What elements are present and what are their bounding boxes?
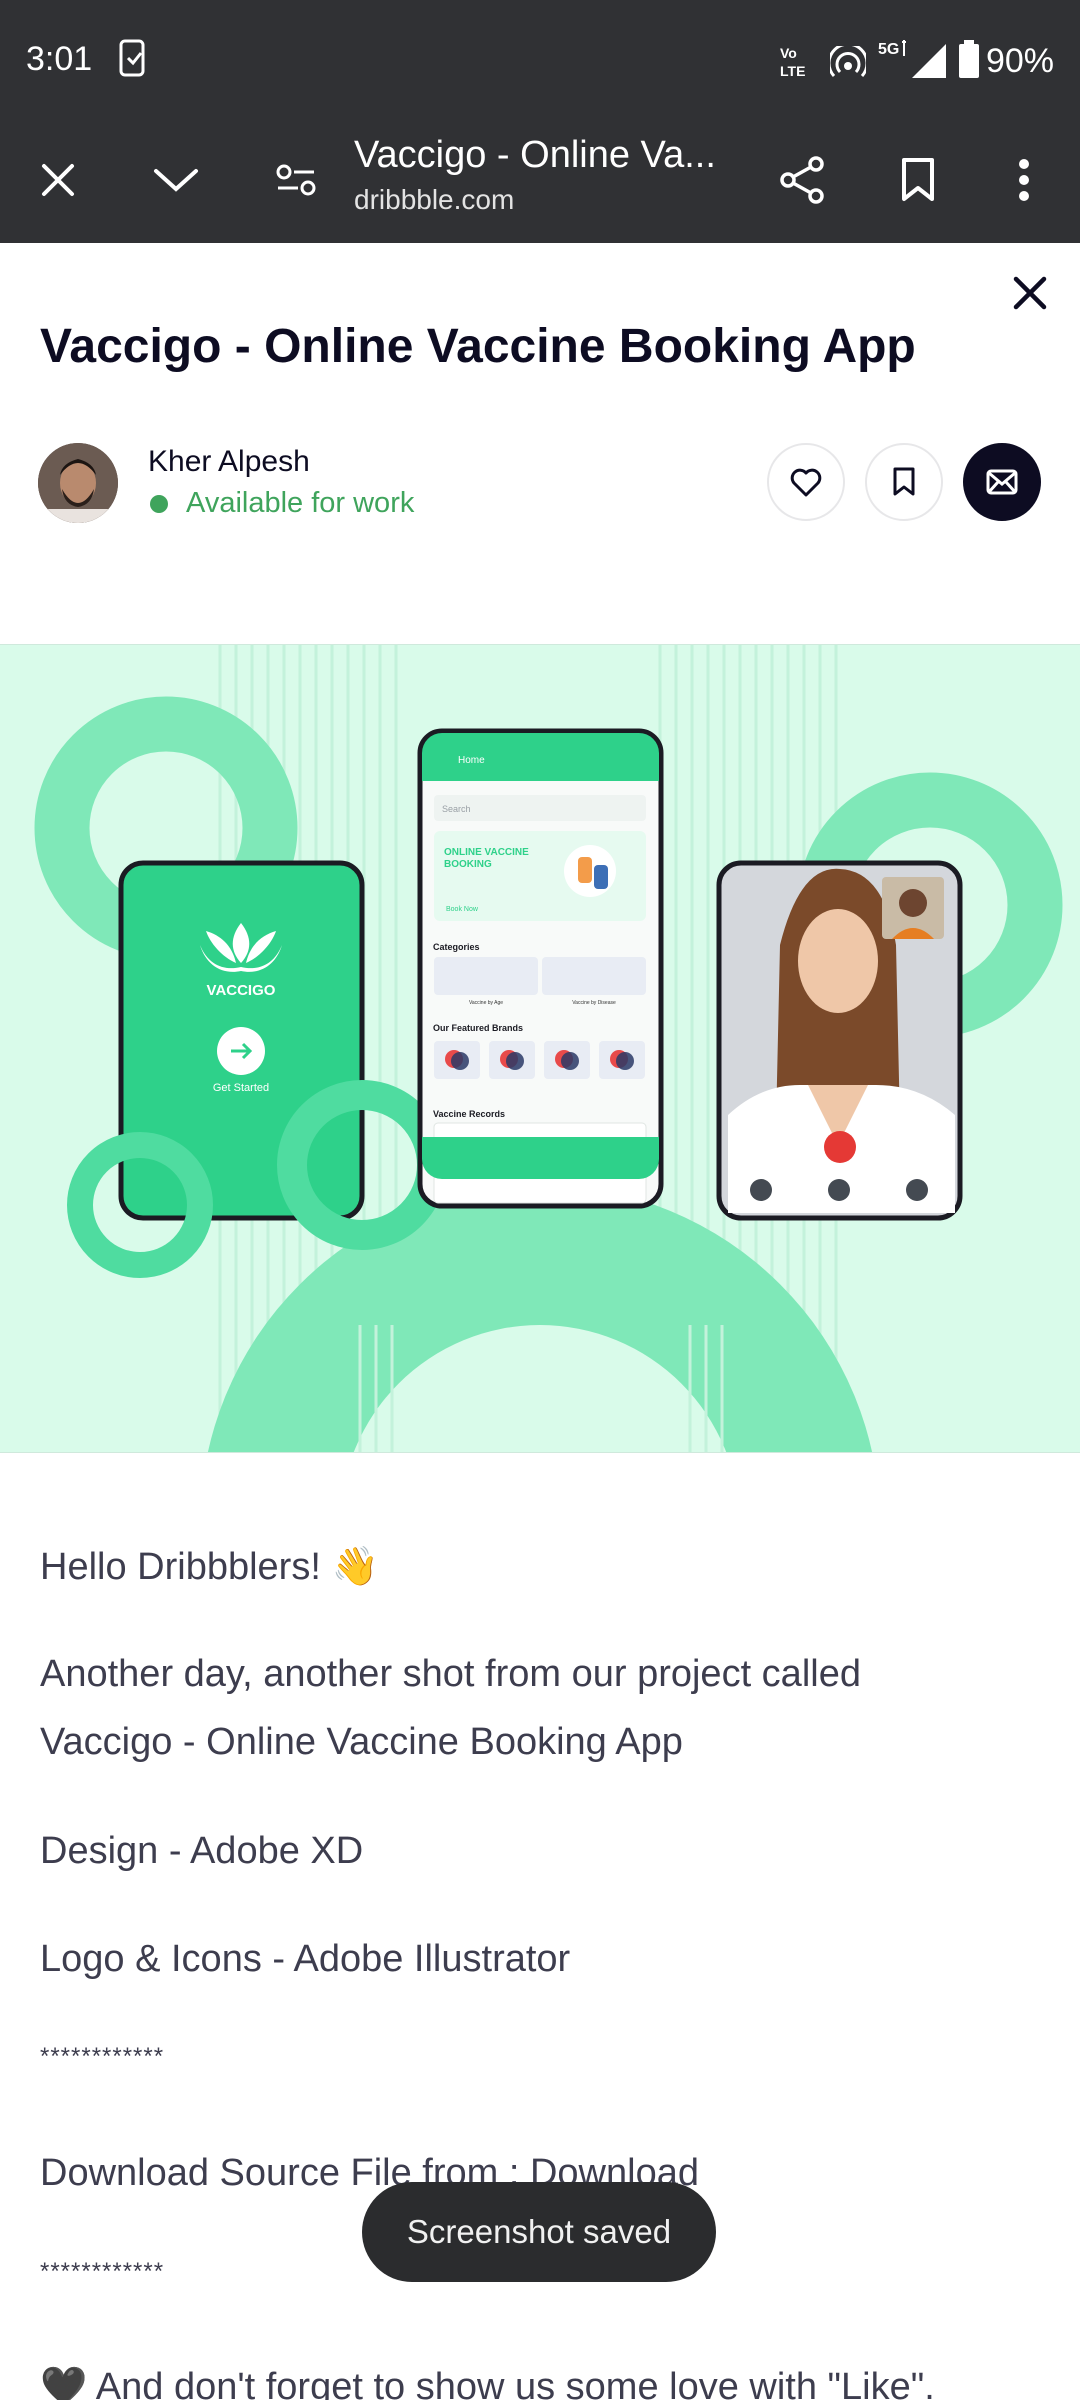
mail-icon — [986, 469, 1018, 495]
description-separator: ************ — [40, 2043, 165, 2070]
search-placeholder: Search — [442, 804, 471, 814]
svg-text:LTE: LTE — [780, 63, 805, 79]
status-bar: 3:01 Vo LTE 5G 90% — [0, 0, 1080, 120]
home-header: Home — [458, 755, 485, 766]
banner-title-2: BOOKING — [444, 859, 492, 870]
splash-brand: VACCIGO — [207, 982, 276, 999]
battery-icon — [958, 40, 980, 85]
records-heading: Vaccine Records — [433, 1109, 505, 1119]
close-icon — [1013, 276, 1047, 310]
close-shot-button[interactable] — [1002, 265, 1058, 321]
share-icon — [780, 156, 824, 204]
battery-percent: 90% — [985, 42, 1054, 80]
screenshot-icon — [116, 38, 150, 83]
more-vert-icon — [1019, 159, 1029, 201]
close-tab-button[interactable] — [22, 144, 94, 216]
bookmark-page-button[interactable] — [882, 144, 954, 216]
heart-icon — [790, 468, 822, 497]
banner-cta: Book Now — [446, 906, 479, 913]
description-design: Design - Adobe XD — [40, 1830, 364, 1872]
description-love: 🖤 And don't forget to show us some love … — [40, 2366, 935, 2400]
available-dot — [150, 494, 168, 513]
description-logo: Logo & Icons - Adobe Illustrator — [40, 1938, 571, 1980]
status-time: 3:01 — [26, 40, 93, 78]
like-button[interactable] — [767, 443, 845, 521]
availability-label: Available for work — [186, 487, 415, 519]
svg-text:Vo: Vo — [780, 45, 797, 61]
hotspot-icon — [827, 42, 869, 83]
shot-title: Vaccigo - Online Vaccine Booking App — [40, 320, 916, 373]
bookmark-icon — [902, 158, 934, 201]
contact-button[interactable] — [963, 443, 1041, 521]
browser-url[interactable]: dribbble.com — [354, 184, 514, 216]
avatar[interactable] — [38, 443, 118, 523]
author-name[interactable]: Kher Alpesh — [148, 445, 310, 479]
chevron-down-icon — [154, 169, 198, 192]
minimize-button[interactable] — [140, 144, 212, 216]
screenshot-toast: Screenshot saved — [362, 2182, 716, 2282]
browser-toolbar: Vaccigo - Online Va... dribbble.com — [0, 120, 1080, 243]
site-settings-button[interactable] — [260, 144, 332, 216]
volte-icon: Vo LTE — [778, 44, 818, 85]
shot-image[interactable]: VACCIGO Get Started Home Search ONLINE V… — [0, 644, 1080, 1453]
shot-illustration: VACCIGO Get Started Home Search ONLINE V… — [34, 645, 1063, 1452]
banner-title-1: ONLINE VACCINE — [444, 847, 529, 858]
share-button[interactable] — [766, 144, 838, 216]
category-label: Vaccine by Disease — [572, 1000, 616, 1006]
save-button[interactable] — [865, 443, 943, 521]
description-line: Vaccigo - Online Vaccine Booking App — [40, 1721, 683, 1763]
description-greeting: Hello Dribbblers! 👋 — [40, 1546, 379, 1588]
categories-heading: Categories — [433, 942, 480, 952]
site-settings-icon — [276, 164, 316, 196]
browser-page-title[interactable]: Vaccigo - Online Va... — [354, 134, 716, 177]
bookmark-icon — [893, 467, 915, 496]
splash-cta: Get Started — [213, 1082, 269, 1094]
availability-status[interactable]: Available for work — [150, 487, 414, 520]
svg-text:5G: 5G — [878, 41, 899, 58]
close-icon — [42, 164, 74, 196]
description-separator: ************ — [40, 2258, 165, 2285]
dribbble-shot-page: Vaccigo - Online Vaccine Booking App Khe… — [0, 243, 1080, 2400]
brands-heading: Our Featured Brands — [433, 1023, 523, 1033]
more-options-button[interactable] — [988, 144, 1060, 216]
signal-icon: 5G — [876, 38, 948, 85]
description-line: Another day, another shot from our proje… — [40, 1653, 861, 1695]
category-label: Vaccine by Age — [469, 1000, 503, 1006]
